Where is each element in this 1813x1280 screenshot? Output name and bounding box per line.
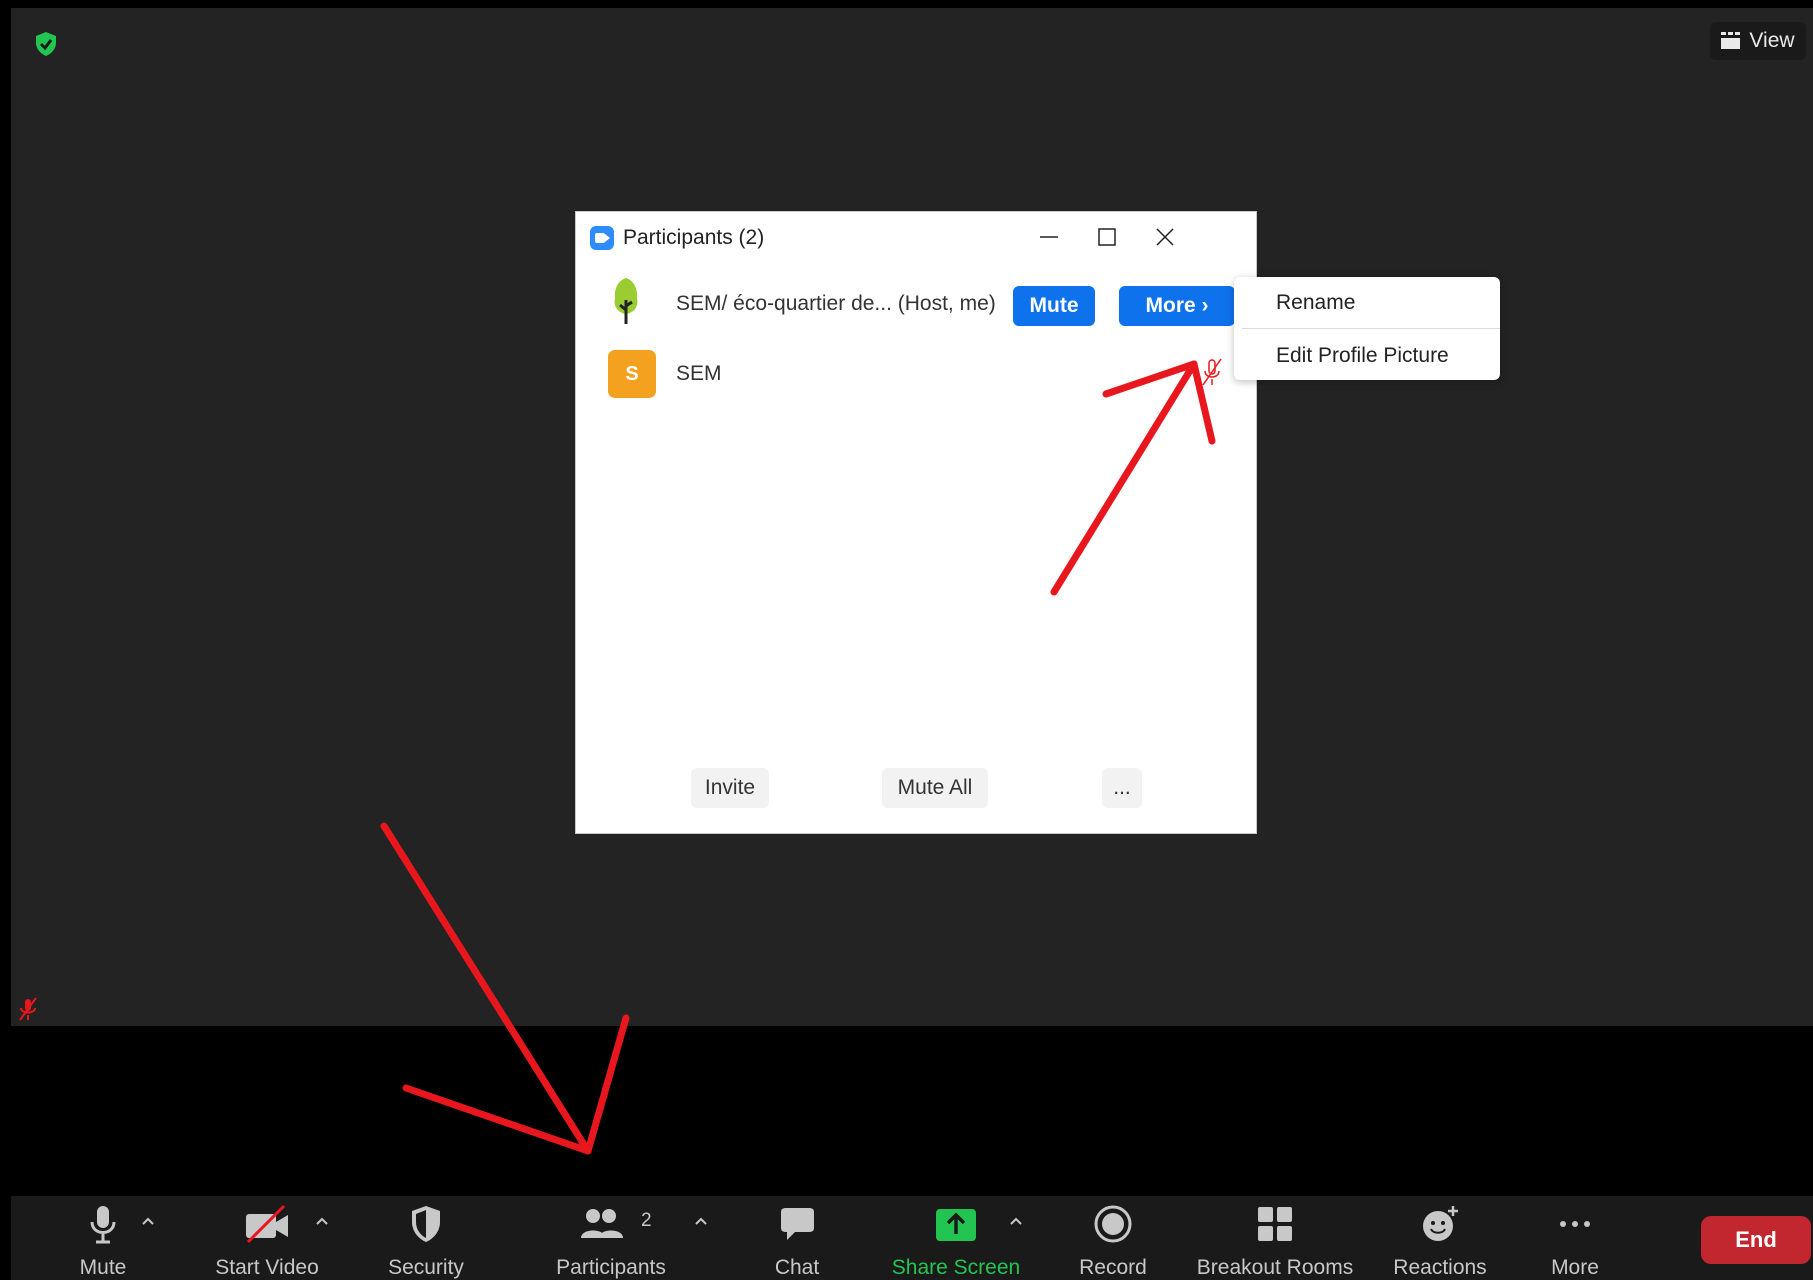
share-screen-button[interactable]: Share Screen xyxy=(875,1196,1037,1280)
minimize-button[interactable] xyxy=(1034,222,1064,252)
video-off-icon xyxy=(246,1204,288,1244)
breakout-rooms-button[interactable]: Breakout Rooms xyxy=(1187,1196,1363,1280)
more-participant-button[interactable]: More › xyxy=(1119,286,1235,326)
share-screen-icon xyxy=(936,1209,976,1241)
breakout-rooms-label: Breakout Rooms xyxy=(1196,1256,1354,1279)
participants-window: Participants (2) SEM/ éco-quartier de...… xyxy=(575,211,1257,834)
microphone-icon xyxy=(90,1206,116,1244)
more-label: More xyxy=(1551,1256,1599,1279)
participant-name: SEM xyxy=(676,362,722,385)
more-options-button[interactable]: ... xyxy=(1102,768,1142,808)
participant-context-menu: Rename Edit Profile Picture xyxy=(1234,277,1500,380)
reactions-label: Reactions xyxy=(1393,1256,1487,1279)
minimize-icon xyxy=(1040,236,1058,238)
chat-button[interactable]: Chat xyxy=(747,1196,847,1280)
participant-row-sem[interactable]: S SEM xyxy=(576,348,1256,408)
breakout-rooms-icon xyxy=(1258,1207,1292,1241)
security-button[interactable]: Security xyxy=(371,1196,481,1280)
record-label: Record xyxy=(1079,1256,1147,1279)
record-button[interactable]: Record xyxy=(1059,1196,1167,1280)
muted-mic-icon xyxy=(19,997,37,1021)
start-video-label: Start Video xyxy=(215,1256,319,1279)
video-strip xyxy=(11,1026,1813,1196)
more-button[interactable]: More xyxy=(1527,1196,1623,1280)
share-screen-label: Share Screen xyxy=(891,1256,1021,1279)
end-meeting-button[interactable]: End xyxy=(1701,1216,1811,1264)
encryption-shield-icon[interactable] xyxy=(34,31,58,57)
grid-view-icon xyxy=(1721,32,1741,49)
participants-count: 2 xyxy=(641,1210,652,1231)
meeting-toolbar: Mute Start Video Security 2 Participants xyxy=(11,1196,1813,1280)
share-options-caret-icon[interactable] xyxy=(1007,1214,1025,1228)
mute-all-button[interactable]: Mute All xyxy=(882,768,988,808)
audio-options-caret-icon[interactable] xyxy=(139,1214,157,1228)
chat-label: Chat xyxy=(774,1256,820,1279)
participant-name: SEM/ éco-quartier de... (Host, me) xyxy=(676,292,996,315)
start-video-button[interactable]: Start Video xyxy=(201,1196,333,1280)
participants-button[interactable]: 2 Participants xyxy=(537,1196,685,1280)
close-button[interactable] xyxy=(1150,222,1180,252)
security-shield-icon xyxy=(412,1206,440,1242)
maximize-button[interactable] xyxy=(1092,222,1122,252)
muted-mic-icon[interactable] xyxy=(1199,357,1225,387)
invite-button[interactable]: Invite xyxy=(691,768,769,808)
edit-profile-picture-menu-item[interactable]: Edit Profile Picture xyxy=(1276,344,1449,368)
participants-titlebar[interactable]: Participants (2) xyxy=(576,212,1256,262)
zoom-app-icon xyxy=(590,226,614,250)
more-dots-icon xyxy=(1560,1221,1590,1227)
mute-button[interactable]: Mute xyxy=(51,1196,155,1280)
reactions-icon xyxy=(1423,1206,1458,1241)
participants-label: Participants xyxy=(556,1256,666,1279)
mute-participant-button[interactable]: Mute xyxy=(1013,286,1095,326)
record-icon xyxy=(1094,1205,1132,1243)
participants-icon xyxy=(581,1209,624,1238)
reactions-button[interactable]: Reactions xyxy=(1385,1196,1495,1280)
view-label: View xyxy=(1749,29,1795,52)
mute-label: Mute xyxy=(79,1256,127,1279)
participant-row-host[interactable]: SEM/ éco-quartier de... (Host, me) Mute … xyxy=(576,276,1256,336)
participants-options-caret-icon[interactable] xyxy=(692,1214,710,1228)
maximize-icon xyxy=(1098,228,1116,246)
close-icon xyxy=(1156,228,1174,246)
video-options-caret-icon[interactable] xyxy=(313,1214,331,1228)
participants-title: Participants (2) xyxy=(623,226,765,249)
chat-bubble-icon xyxy=(781,1208,814,1240)
tree-avatar-icon xyxy=(614,278,638,324)
rename-menu-item[interactable]: Rename xyxy=(1276,291,1355,315)
avatar: S xyxy=(608,350,656,398)
view-button[interactable]: View xyxy=(1710,22,1806,60)
security-label: Security xyxy=(388,1256,464,1279)
menu-divider xyxy=(1242,328,1500,329)
